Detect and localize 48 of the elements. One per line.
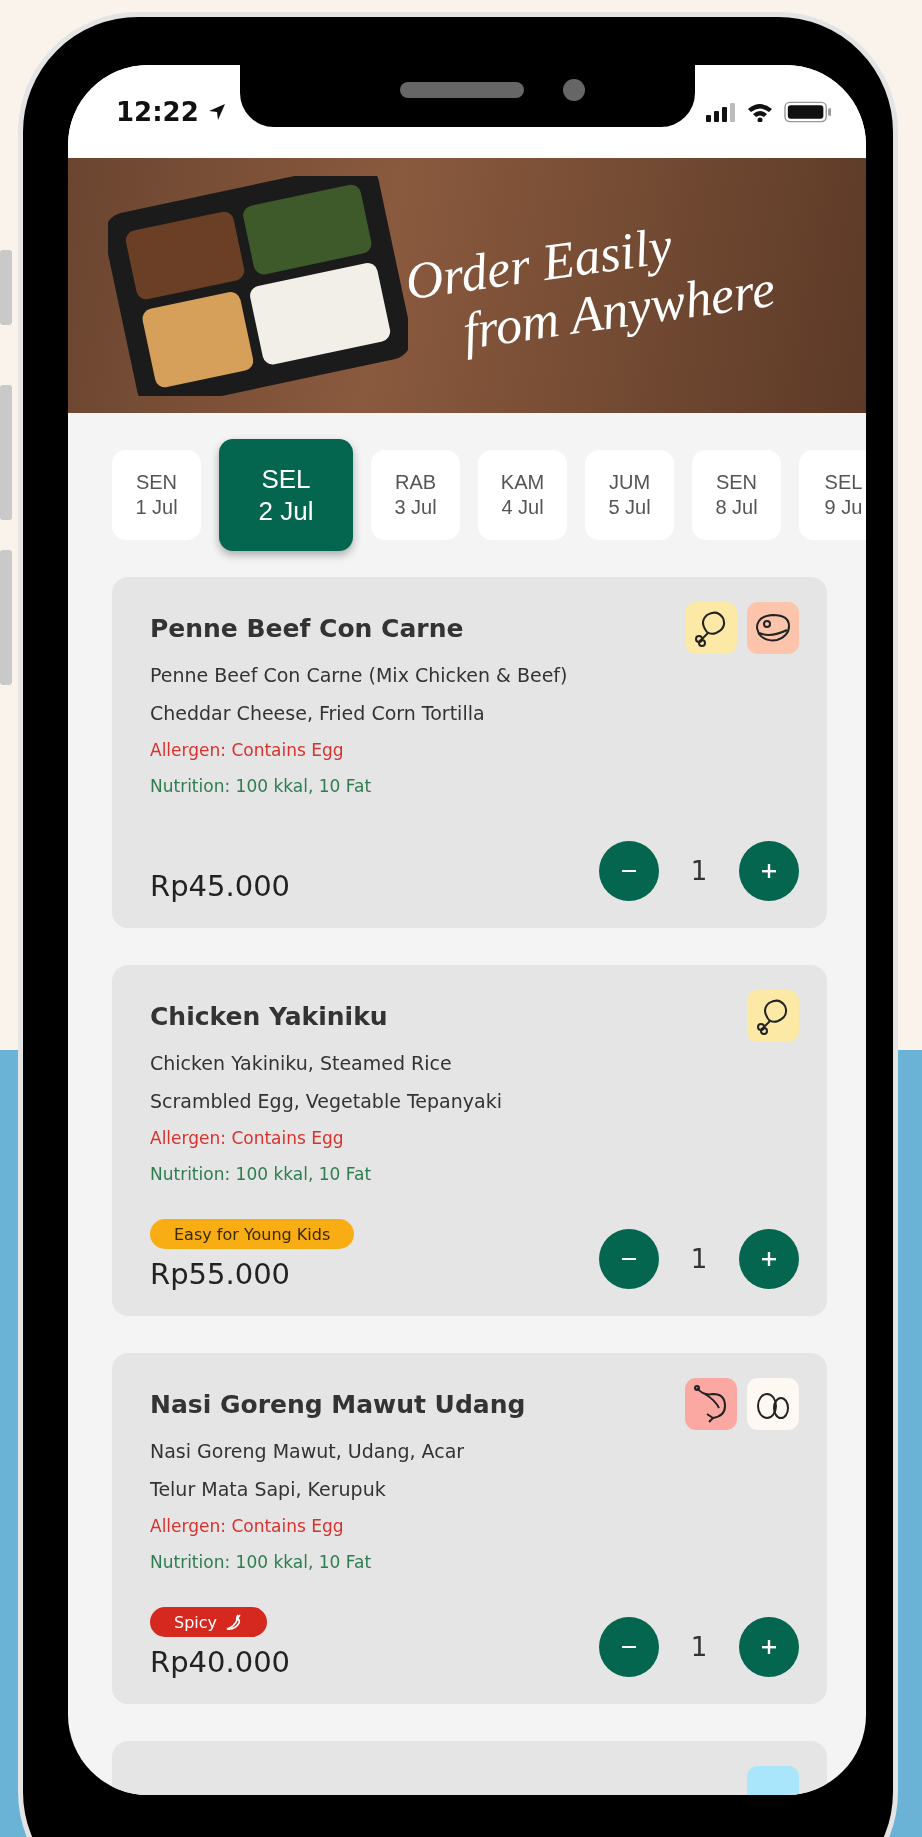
- nutrition-text: Nutrition: 100 kkal, 10 Fat: [150, 1551, 373, 1574]
- minus-icon: [622, 869, 636, 873]
- increase-button[interactable]: [739, 1617, 799, 1677]
- dish-description: Chicken Yakiniku, Steamed Rice: [150, 1051, 453, 1076]
- plus-icon: [759, 861, 779, 881]
- increase-button[interactable]: [739, 1229, 799, 1289]
- dish-name: Penne Beef Con Carne: [150, 613, 465, 643]
- quantity-value: 1: [689, 1632, 709, 1662]
- nutrition-text: Nutrition: 100 kkal, 10 Fat: [150, 1163, 373, 1186]
- dish-description: Penne Beef Con Carne (Mix Chicken & Beef): [150, 663, 569, 688]
- tag-label: Easy for Young Kids: [174, 1224, 331, 1244]
- dish-name: Chicken Yakiniku: [150, 1001, 389, 1031]
- dish-description: Scrambled Egg, Vegetable Tepanyaki: [150, 1089, 503, 1114]
- dish-price: Rp45.000: [150, 869, 291, 903]
- decrease-button[interactable]: [599, 1229, 659, 1289]
- date-tab[interactable]: SEN 8 Jul: [692, 450, 781, 540]
- increase-button[interactable]: [739, 841, 799, 901]
- wifi-icon: [746, 101, 774, 122]
- status-time: 12:22: [116, 96, 199, 127]
- battery-icon: [784, 100, 832, 123]
- quantity-value: 1: [689, 856, 709, 886]
- allergen-text: Allergen: Contains Egg: [150, 1127, 345, 1150]
- date-tab[interactable]: KAM 4 Jul: [478, 450, 567, 540]
- dish-description: Nasi Goreng Mawut, Udang, Acar: [150, 1439, 466, 1464]
- dish-description: Cheddar Cheese, Fried Corn Tortilla: [150, 701, 486, 726]
- date-tab[interactable]: SEN 1 Jul: [112, 450, 201, 540]
- dish-description: Telur Mata Sapi, Kerupuk: [150, 1477, 387, 1502]
- date-tab[interactable]: SEL 2 Jul: [219, 439, 353, 551]
- dish-name: Nasi Goreng Mawut Udang: [150, 1389, 527, 1419]
- date-tab[interactable]: RAB 3 Jul: [371, 450, 460, 540]
- decrease-button[interactable]: [599, 841, 659, 901]
- nutrition-text: Nutrition: 100 kkal, 10 Fat: [150, 775, 373, 798]
- plus-icon: [759, 1637, 779, 1657]
- date-tab[interactable]: SEL 9 Ju: [799, 450, 866, 540]
- quantity-value: 1: [689, 1244, 709, 1274]
- speaker-icon: [400, 82, 524, 98]
- dish-price: Rp55.000: [150, 1257, 291, 1291]
- signal-icon: [706, 101, 736, 122]
- decrease-button[interactable]: [599, 1617, 659, 1677]
- plus-icon: [759, 1249, 779, 1269]
- tag-label: Spicy: [174, 1612, 218, 1632]
- date-tab[interactable]: JUM 5 Jul: [585, 450, 674, 540]
- dish-price: Rp40.000: [150, 1645, 291, 1679]
- allergen-text: Allergen: Contains Egg: [150, 1515, 345, 1538]
- camera-icon: [563, 79, 585, 101]
- allergen-text: Allergen: Contains Egg: [150, 739, 345, 762]
- minus-icon: [622, 1257, 636, 1261]
- minus-icon: [622, 1645, 636, 1649]
